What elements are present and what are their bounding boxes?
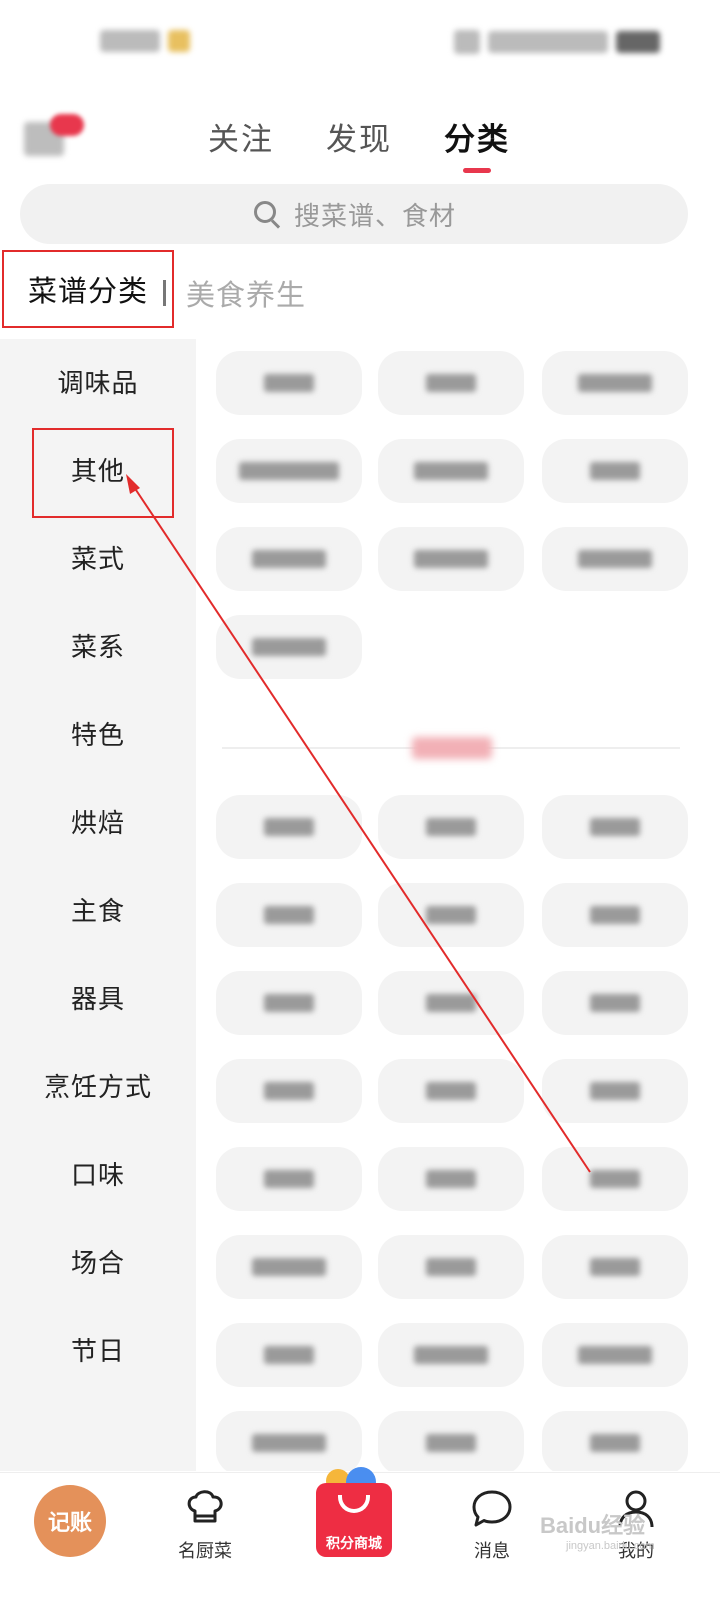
status-time — [100, 30, 190, 52]
sidebar-item-occasion[interactable]: 场合 — [0, 1231, 196, 1291]
watermark: Baidu经验 — [540, 1513, 646, 1538]
nav-messages-label: 消息 — [474, 1541, 510, 1562]
section-label — [412, 737, 492, 759]
category-grid — [196, 339, 720, 1471]
annotation-box — [32, 428, 174, 518]
category-chip[interactable] — [216, 1323, 362, 1387]
category-chip[interactable] — [378, 971, 524, 1035]
category-chip[interactable] — [378, 1235, 524, 1299]
nav-accounting-button[interactable]: 记账 — [34, 1485, 106, 1557]
tab-food-health[interactable]: 美食养生 — [186, 272, 306, 314]
tab-category[interactable]: 分类 — [444, 114, 510, 159]
sidebar-item-cuisine[interactable]: 菜系 — [0, 615, 196, 675]
category-chip[interactable] — [378, 795, 524, 859]
category-chip[interactable] — [216, 795, 362, 859]
category-chip[interactable] — [216, 1411, 362, 1471]
category-chip[interactable] — [378, 527, 524, 591]
nav-points-mall[interactable]: 积分商城 — [316, 1467, 392, 1565]
category-chip[interactable] — [378, 1411, 524, 1471]
top-header: 关注 发现 分类 — [0, 96, 720, 182]
tab-follow[interactable]: 关注 — [208, 114, 274, 159]
avatar[interactable] — [24, 114, 84, 156]
category-chip[interactable] — [216, 351, 362, 415]
nav-points-mall-label: 积分商城 — [326, 1536, 382, 1552]
category-chip[interactable] — [216, 1235, 362, 1299]
sidebar-item-taste[interactable]: 口味 — [0, 1143, 196, 1203]
category-chip[interactable] — [542, 971, 688, 1035]
tab-recipe-category[interactable]: 菜谱分类 — [2, 250, 174, 328]
sidebar-item-staple[interactable]: 主食 — [0, 879, 196, 939]
status-bar — [0, 0, 720, 96]
category-chip[interactable] — [378, 439, 524, 503]
category-chip[interactable] — [378, 1323, 524, 1387]
status-icons — [454, 30, 660, 54]
divider — [163, 280, 166, 306]
category-chip[interactable] — [542, 795, 688, 859]
sidebar-item-baking[interactable]: 烘焙 — [0, 791, 196, 851]
nav-chef-dishes[interactable]: 名厨菜 — [178, 1487, 232, 1563]
sidebar-item-seasoning[interactable]: 调味品 — [0, 351, 196, 411]
sidebar-item-cooking-method[interactable]: 烹饪方式 — [0, 1055, 196, 1115]
top-tabs: 关注 发现 分类 — [208, 114, 510, 159]
chef-hat-icon — [187, 1490, 223, 1523]
sidebar-item-utensils[interactable]: 器具 — [0, 967, 196, 1027]
category-chip[interactable] — [216, 439, 362, 503]
category-chip[interactable] — [542, 1059, 688, 1123]
category-chip[interactable] — [542, 351, 688, 415]
category-switch: 菜谱分类 美食养生 — [0, 250, 720, 330]
category-chip[interactable] — [378, 1059, 524, 1123]
sidebar-item-specialty[interactable]: 特色 — [0, 703, 196, 763]
nav-chef-dishes-label: 名厨菜 — [178, 1541, 232, 1562]
category-chip[interactable] — [542, 527, 688, 591]
category-chip[interactable] — [542, 439, 688, 503]
category-chip[interactable] — [378, 1147, 524, 1211]
category-chip[interactable] — [216, 971, 362, 1035]
nav-messages[interactable]: 消息 — [470, 1487, 514, 1563]
sidebar-item-festival[interactable]: 节日 — [0, 1319, 196, 1379]
chat-bubble-icon — [472, 1490, 512, 1527]
category-chip[interactable] — [216, 883, 362, 947]
category-chip[interactable] — [378, 883, 524, 947]
category-chip[interactable] — [542, 1235, 688, 1299]
category-chip[interactable] — [542, 1323, 688, 1387]
tab-recipe-category-label: 菜谱分类 — [27, 274, 148, 308]
search-placeholder: 搜菜谱、食材 — [293, 201, 456, 232]
sidebar-item-dish-style[interactable]: 菜式 — [0, 527, 196, 587]
nav-accounting-label: 记账 — [47, 1511, 92, 1536]
category-chip[interactable] — [542, 1411, 688, 1471]
search-icon — [252, 199, 282, 229]
search-input[interactable]: 搜菜谱、食材 — [20, 184, 688, 244]
category-chip[interactable] — [216, 1147, 362, 1211]
category-chip[interactable] — [216, 615, 362, 679]
category-chip[interactable] — [216, 1059, 362, 1123]
category-chip[interactable] — [542, 1147, 688, 1211]
category-chip[interactable] — [216, 527, 362, 591]
category-chip[interactable] — [378, 351, 524, 415]
watermark-url: jingyan.baidu.com — [566, 1540, 655, 1552]
tab-discover[interactable]: 发现 — [326, 114, 392, 159]
category-chip[interactable] — [542, 883, 688, 947]
